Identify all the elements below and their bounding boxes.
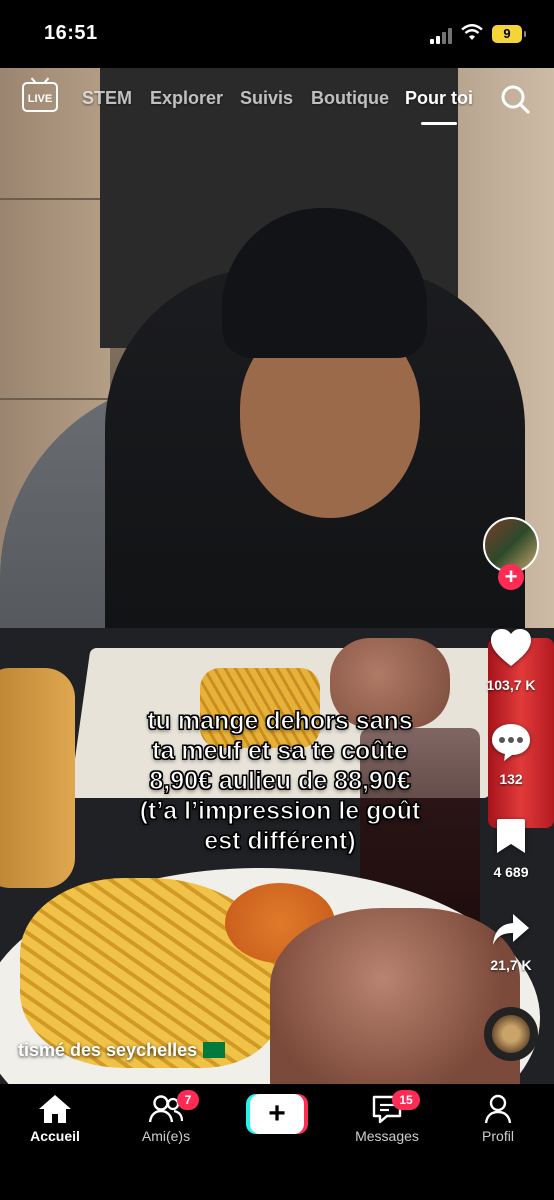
share-arrow-icon <box>493 914 529 945</box>
like-count: 103,7 K <box>486 677 536 693</box>
save-count: 4 689 <box>493 864 529 880</box>
cellular-signal-icon <box>430 28 454 44</box>
tab-explorer[interactable]: Explorer <box>150 88 223 109</box>
sound-title[interactable]: tismé des seychelles <box>18 1040 226 1061</box>
nav-profile-label: Profil <box>482 1128 514 1144</box>
comment-button[interactable]: 132 <box>480 722 542 787</box>
nav-messages-label: Messages <box>355 1128 419 1144</box>
caption-line: 8,90€ aulieu de 88,90€ <box>149 767 411 796</box>
live-icon[interactable]: LIVE <box>22 82 58 112</box>
video-player[interactable] <box>0 68 554 1084</box>
nav-friends[interactable]: Ami(e)s 7 <box>121 1090 211 1144</box>
tab-pour-toi[interactable]: Pour toi <box>405 88 473 109</box>
nav-messages[interactable]: Messages 15 <box>342 1090 432 1144</box>
caption-line: est différent) <box>204 827 356 856</box>
sound-title-text: tismé des seychelles <box>18 1040 198 1060</box>
status-bar: 16:51 9 <box>0 0 554 68</box>
search-icon[interactable] <box>499 83 531 115</box>
profile-icon <box>484 1094 512 1124</box>
tab-suivis[interactable]: Suivis <box>240 88 293 109</box>
like-button[interactable]: 103,7 K <box>480 628 542 693</box>
active-tab-indicator <box>421 122 457 125</box>
pie-dish <box>0 668 75 888</box>
home-icon <box>39 1095 71 1123</box>
save-button[interactable]: 4 689 <box>480 817 542 880</box>
caption-line: ta meuf et sa te coûte <box>152 737 409 766</box>
share-button[interactable]: 21,7 K <box>480 912 542 973</box>
tab-stem[interactable]: STEM <box>82 88 132 109</box>
share-count: 21,7 K <box>490 957 532 973</box>
wifi-icon <box>461 24 483 40</box>
nav-home[interactable]: Accueil <box>10 1090 100 1144</box>
create-button[interactable]: + <box>246 1094 308 1134</box>
battery-icon: 9 <box>492 25 526 43</box>
nav-profile[interactable]: Profil <box>453 1090 543 1144</box>
heart-icon <box>491 629 531 666</box>
messages-badge: 15 <box>392 1090 420 1110</box>
caption-line: (t’a l’impression le goût <box>139 797 421 826</box>
music-disc-icon[interactable] <box>484 1007 538 1061</box>
comment-icon <box>492 724 530 761</box>
friends-badge: 7 <box>177 1090 199 1110</box>
video-caption: tu mange dehors sans ta meuf et sa te co… <box>100 706 460 856</box>
tab-boutique[interactable]: Boutique <box>311 88 389 109</box>
nav-friends-label: Ami(e)s <box>141 1128 191 1144</box>
plus-icon: + <box>250 1094 304 1134</box>
bookmark-icon <box>497 819 525 853</box>
seychelles-flag-icon <box>203 1042 226 1058</box>
comment-count: 132 <box>499 771 523 787</box>
follow-plus-button[interactable]: + <box>498 564 524 590</box>
clock: 16:51 <box>44 22 98 44</box>
nav-home-label: Accueil <box>30 1128 80 1144</box>
caption-line: tu mange dehors sans <box>147 707 413 736</box>
